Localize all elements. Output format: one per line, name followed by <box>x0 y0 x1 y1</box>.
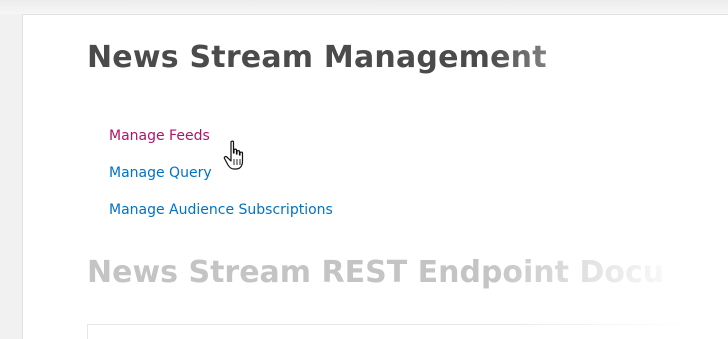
hand-pointer-icon <box>223 140 244 170</box>
manage-query-link[interactable]: Manage Query <box>109 164 333 182</box>
content-area: News Stream Management Manage Feeds Mana… <box>23 15 728 339</box>
section-title: News Stream REST Endpoint Docu <box>87 255 665 290</box>
top-band <box>0 0 728 15</box>
management-links: Manage Feeds Manage Query Manage Audienc… <box>109 127 333 238</box>
manage-feeds-link[interactable]: Manage Feeds <box>109 127 333 145</box>
left-rail <box>0 14 23 339</box>
manage-audience-subscriptions-link[interactable]: Manage Audience Subscriptions <box>109 201 333 219</box>
page-title: News Stream Management <box>87 40 547 75</box>
documentation-panel <box>87 324 728 339</box>
